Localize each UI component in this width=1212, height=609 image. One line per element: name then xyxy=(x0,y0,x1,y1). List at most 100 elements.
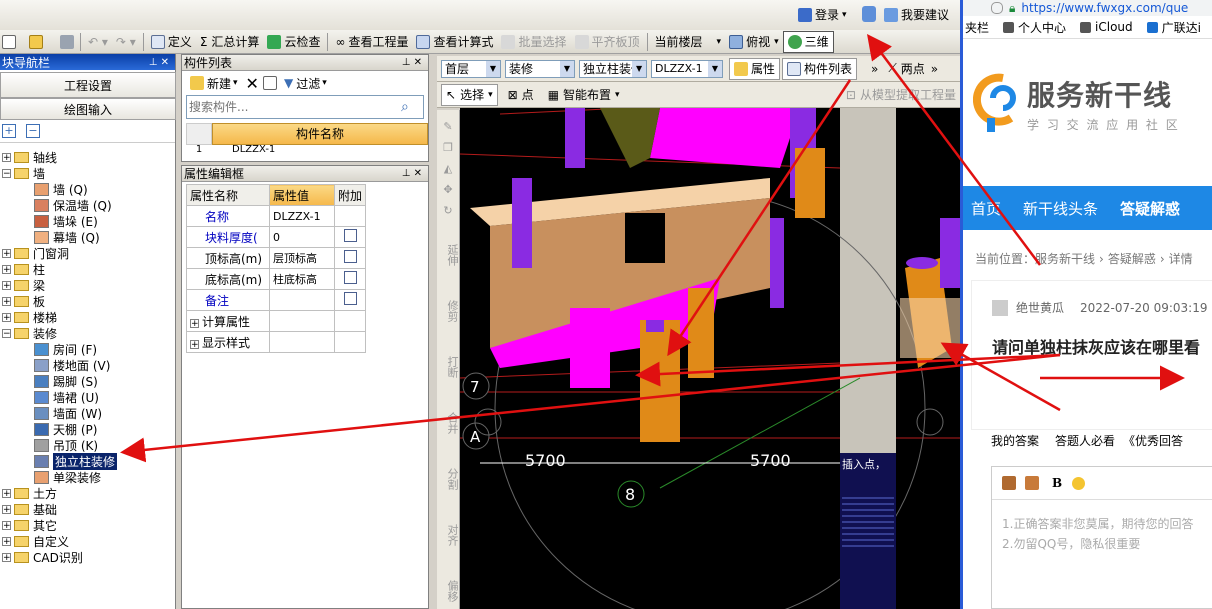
bookmark-item[interactable]: iCloud xyxy=(1080,20,1133,34)
view-formula-button[interactable]: 查看计算式 xyxy=(412,32,497,52)
mirror-icon[interactable]: ◭ xyxy=(437,162,459,175)
property-row[interactable]: 块料厚度(0 xyxy=(186,226,367,248)
search-icon[interactable]: ⌕ xyxy=(401,99,409,115)
new-file-icon[interactable] xyxy=(2,34,16,49)
expand-icon[interactable]: + xyxy=(2,280,11,290)
property-row[interactable]: 顶标高(m) 层顶标高 xyxy=(186,247,367,269)
property-row[interactable]: 底标高(m) 柱底标高 xyxy=(186,268,367,290)
tab-my-answer[interactable]: 我的答案 xyxy=(991,432,1039,449)
author-name[interactable]: 绝世黄瓜 xyxy=(1016,299,1064,316)
property-attach[interactable] xyxy=(333,205,367,227)
tree-item[interactable]: − 墙 xyxy=(0,165,175,181)
vertical-tool-button[interactable]: 偏移 xyxy=(437,573,459,609)
vertical-tool-button[interactable]: 合并 xyxy=(437,405,459,441)
property-value[interactable]: 0 xyxy=(269,226,335,248)
tree-item[interactable]: + CAD识别 xyxy=(0,549,175,565)
collapse-icon[interactable]: − xyxy=(2,328,11,338)
type-select[interactable]: 独立柱装修▼ xyxy=(579,59,647,78)
undo-icon[interactable]: ↶ ▾ xyxy=(84,32,112,52)
tree-item[interactable]: 踢脚 (S) xyxy=(0,373,175,389)
bookmark-item[interactable]: 夹栏 xyxy=(965,19,989,36)
component-list-button[interactable]: 构件列表 xyxy=(782,57,858,80)
expand-icon[interactable]: + xyxy=(2,504,11,514)
tree-item[interactable]: 天棚 (P) xyxy=(0,421,175,437)
bold-button[interactable]: B xyxy=(1052,476,1062,490)
property-group[interactable]: + 计算属性 xyxy=(186,310,367,332)
vertical-tool-button[interactable]: 分割 xyxy=(437,461,459,497)
vertical-tool-button[interactable]: 打断 xyxy=(437,349,459,385)
tree-item[interactable]: + 其它 xyxy=(0,517,175,533)
drawing-input-button[interactable]: 绘图输入 xyxy=(0,98,176,120)
tree-item[interactable]: + 梁 xyxy=(0,277,175,293)
tree-item[interactable]: 房间 (F) xyxy=(0,341,175,357)
attach-checkbox[interactable] xyxy=(343,229,357,242)
nav-qa[interactable]: 答疑解惑 xyxy=(1120,198,1180,219)
expand-icon[interactable]: + xyxy=(2,296,11,306)
copy-icon[interactable] xyxy=(262,76,277,90)
tree-item[interactable]: 独立柱装修 xyxy=(0,452,175,470)
property-row[interactable]: 名称 DLZZX-1 xyxy=(186,205,367,227)
view-quantity-button[interactable]: ∞ 查看工程量 xyxy=(331,32,412,52)
tree-item[interactable]: 墙 (Q) xyxy=(0,181,175,197)
sum-calc-button[interactable]: Σ 汇总计算 xyxy=(196,32,264,52)
property-button[interactable]: 属性 xyxy=(729,57,781,80)
nav-headlines[interactable]: 新干线头条 xyxy=(1023,198,1098,219)
copy-tool-icon[interactable]: ❐ xyxy=(437,141,459,154)
current-floor-select[interactable]: 当前楼层 ▾ xyxy=(651,32,726,52)
login-button[interactable]: 登录 ▾ xyxy=(798,6,847,23)
property-group[interactable]: + 显示样式 xyxy=(186,331,367,353)
tree-item[interactable]: 墙裙 (U) xyxy=(0,389,175,405)
attach-checkbox[interactable] xyxy=(343,271,357,284)
component-select[interactable]: DLZZX-1 ▼ xyxy=(651,59,723,78)
tree-item[interactable]: 幕墙 (Q) xyxy=(0,229,175,245)
property-value[interactable]: 柱底标高 xyxy=(269,268,335,290)
tree-item[interactable]: 单梁装修 xyxy=(0,469,175,485)
tree-item[interactable]: + 自定义 xyxy=(0,533,175,549)
expand-icon[interactable]: + xyxy=(2,520,11,530)
tree-item[interactable]: + 板 xyxy=(0,293,175,309)
property-row[interactable]: 备注 xyxy=(186,289,367,311)
tab-excellent[interactable]: 《优秀回答 xyxy=(1123,432,1183,449)
nav-home[interactable]: 首页 xyxy=(971,198,1001,219)
overflow-icon[interactable]: » xyxy=(871,62,878,76)
flush-board-button[interactable]: 平齐板顶 xyxy=(571,32,644,52)
extract-quantity-button[interactable]: ⊡ 从模型提取工程量 xyxy=(842,85,960,105)
site-logo[interactable]: 服务新干线 学 习 交 流 应 用 社 区 xyxy=(973,72,1180,134)
model-canvas[interactable]: 5700 5700 8 7 A 插入点， xyxy=(460,108,960,609)
tree-item[interactable]: + 柱 xyxy=(0,261,175,277)
new-component-button[interactable]: 新建 ▾ xyxy=(186,73,242,93)
tree-item[interactable]: 吊顶 (K) xyxy=(0,437,175,453)
tree-item[interactable]: 墙垛 (E) xyxy=(0,213,175,229)
component-search-input[interactable] xyxy=(187,97,401,117)
expand-icon[interactable]: + xyxy=(2,312,11,322)
collapse-all-icon[interactable]: − xyxy=(26,124,40,138)
vertical-tool-button[interactable]: 延伸 xyxy=(437,237,459,273)
overflow-icon-2[interactable]: » xyxy=(931,62,938,76)
point-button[interactable]: ⊠ 点 xyxy=(504,85,538,105)
expand-icon[interactable]: + xyxy=(2,488,11,498)
property-attach[interactable] xyxy=(333,247,367,269)
attach-checkbox[interactable] xyxy=(343,250,357,263)
expand-icon[interactable]: + xyxy=(2,264,11,274)
expand-icon[interactable]: + xyxy=(190,318,199,328)
redo-icon[interactable]: ↷ ▾ xyxy=(112,32,140,52)
gallery-icon[interactable] xyxy=(1025,476,1039,490)
breadcrumb-home[interactable]: 服务新干线 xyxy=(1035,250,1095,267)
feedback-button[interactable]: 我要建议 xyxy=(884,6,949,23)
tree-item[interactable]: + 楼梯 xyxy=(0,309,175,325)
bell-icon[interactable] xyxy=(862,6,876,22)
property-value[interactable]: 层顶标高 xyxy=(269,247,335,269)
select-button[interactable]: ↖ 选择 ▾ xyxy=(441,83,498,106)
property-attach[interactable] xyxy=(333,268,367,290)
filter-button[interactable]: ▼ 过滤 ▾ xyxy=(280,73,331,93)
delete-icon[interactable]: ✕ xyxy=(246,74,259,93)
expand-icon[interactable]: + xyxy=(190,339,199,349)
tree-item[interactable]: 墙面 (W) xyxy=(0,405,175,421)
pen-icon[interactable]: ✎ xyxy=(437,120,459,133)
tree-item[interactable]: + 土方 xyxy=(0,485,175,501)
expand-icon[interactable]: + xyxy=(2,152,11,162)
three-d-button[interactable]: 三维 xyxy=(782,30,834,53)
move-icon[interactable]: ✥ xyxy=(437,183,459,196)
tree-item[interactable]: − 装修 xyxy=(0,325,175,341)
reload-icon[interactable] xyxy=(991,2,1003,14)
